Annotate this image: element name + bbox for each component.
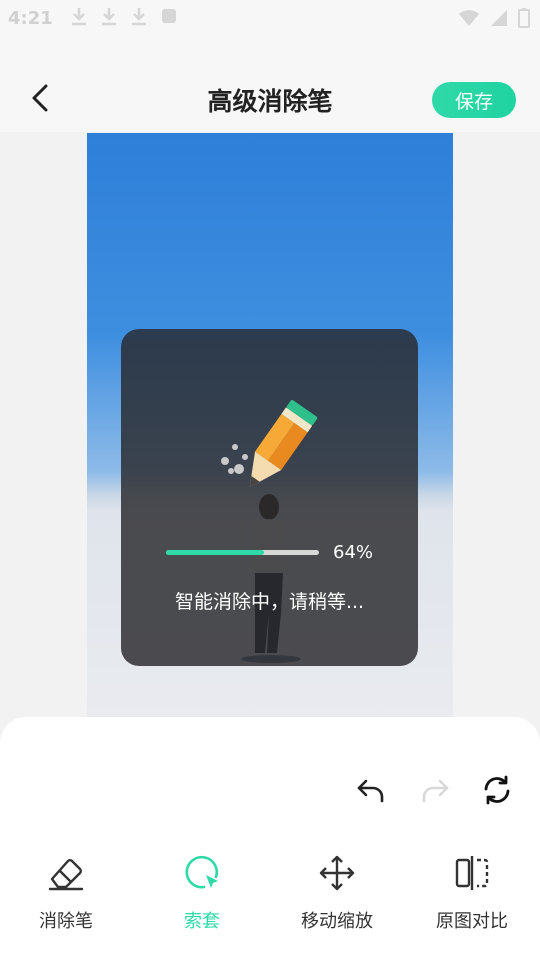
processing-message: 智能消除中，请稍等... — [174, 591, 365, 613]
progress-fill — [166, 550, 264, 555]
undo-icon[interactable] — [354, 773, 388, 807]
tool-label: 索套 — [184, 911, 220, 932]
eraser-icon — [48, 859, 84, 891]
tool-label: 原图对比 — [436, 911, 508, 932]
app-notification-icon — [162, 9, 176, 23]
tool-compare[interactable]: 原图对比 — [412, 851, 532, 933]
download-icon — [72, 8, 86, 26]
bottom-panel: 消除笔 索套 移动缩放 原图对比 — [0, 717, 540, 960]
download-icon — [132, 8, 146, 26]
download-icon — [102, 8, 116, 26]
wifi-icon — [459, 10, 479, 26]
compare-icon — [455, 856, 489, 890]
save-button[interactable]: 保存 — [432, 82, 516, 118]
signal-icon — [491, 10, 507, 26]
tool-move-zoom[interactable]: 移动缩放 — [277, 851, 397, 933]
status-time: 4:21 — [8, 8, 53, 29]
move-icon — [319, 855, 355, 891]
redo-icon[interactable] — [418, 773, 452, 807]
battery-icon — [518, 8, 530, 28]
top-app-bar: 高级消除笔 保存 — [0, 36, 540, 132]
tool-lasso[interactable]: 索套 — [142, 851, 262, 933]
status-notification-icons — [70, 6, 178, 26]
processing-dialog: 64% 智能消除中，请稍等... — [121, 329, 418, 666]
status-bar: 4:21 — [0, 0, 540, 36]
status-system-icons — [458, 8, 530, 28]
lasso-icon — [185, 855, 219, 889]
reset-icon[interactable] — [480, 773, 514, 807]
tool-label: 消除笔 — [39, 911, 93, 932]
pencil-icon — [221, 400, 318, 488]
progress-bar — [166, 550, 319, 555]
tool-label: 移动缩放 — [301, 911, 373, 932]
tool-eraser[interactable]: 消除笔 — [6, 851, 126, 933]
progress-percent: 64% — [333, 542, 374, 563]
